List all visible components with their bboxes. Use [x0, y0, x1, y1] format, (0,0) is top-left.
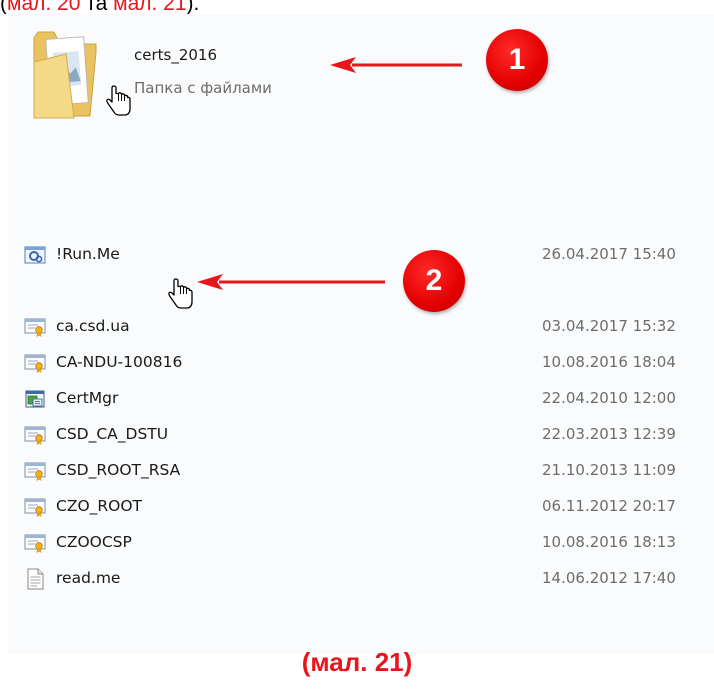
text-file-icon — [27, 568, 44, 590]
file-date: 03.04.2017 15:32 — [542, 317, 676, 335]
file-date: 22.04.2010 12:00 — [542, 389, 676, 407]
file-name: CSD_ROOT_RSA — [56, 461, 181, 479]
intro-conjunction: та — [80, 0, 114, 14]
file-name: CSD_CA_DSTU — [56, 425, 169, 443]
folder-type: Папка с файлами — [134, 79, 272, 97]
file-row-read-me[interactable]: read.me 14.06.2012 17:40 — [24, 565, 714, 593]
arrow-left-icon — [330, 57, 462, 73]
run-script-icon — [24, 246, 46, 264]
file-name: read.me — [56, 569, 121, 587]
hand-cursor-icon — [168, 277, 194, 311]
file-name: ca.csd.ua — [56, 317, 130, 335]
figure-caption: (мал. 21) — [301, 647, 413, 677]
file-row-run-me[interactable]: !Run.Me 26.04.2017 15:40 — [24, 241, 714, 269]
file-name: CertMgr — [56, 389, 119, 407]
arrow-left-icon — [197, 274, 385, 290]
intro-paren: ( — [0, 0, 7, 14]
certificate-icon — [24, 460, 46, 482]
file-row-csd-root-rsa[interactable]: CSD_ROOT_RSA 21.10.2013 11:09 — [24, 457, 714, 485]
folder-icon[interactable] — [30, 22, 100, 122]
file-row-ca-csd-ua[interactable]: ca.csd.ua 03.04.2017 15:32 — [24, 313, 714, 341]
file-name: CZOOCSP — [56, 533, 132, 551]
intro-end: ). — [186, 0, 200, 14]
certificate-icon — [24, 352, 46, 374]
file-date: 26.04.2017 15:40 — [542, 245, 676, 263]
step-badge-1: 1 — [486, 29, 548, 91]
file-row-ca-ndu[interactable]: CA-NDU-100816 10.08.2016 18:04 — [24, 349, 714, 377]
file-date: 14.06.2012 17:40 — [542, 569, 676, 587]
file-date: 10.08.2016 18:04 — [542, 353, 676, 371]
hand-cursor-icon — [106, 84, 132, 118]
figure-link-21[interactable]: мал. 21 — [113, 0, 186, 14]
file-row-czoocsp[interactable]: CZOOCSP 10.08.2016 18:13 — [24, 529, 714, 557]
file-row-csd-ca-dstu[interactable]: CSD_CA_DSTU 22.03.2013 12:39 — [24, 421, 714, 449]
intro-text: (мал. 20 та мал. 21). — [0, 0, 300, 14]
file-date: 21.10.2013 11:09 — [542, 461, 676, 479]
step-badge-2: 2 — [403, 250, 465, 312]
file-name: !Run.Me — [56, 245, 120, 263]
certificate-icon — [24, 424, 46, 446]
file-name: CA-NDU-100816 — [56, 353, 183, 371]
file-date: 22.03.2013 12:39 — [542, 425, 676, 443]
application-icon — [25, 390, 45, 408]
file-row-czo-root[interactable]: CZO_ROOT 06.11.2012 20:17 — [24, 493, 714, 521]
file-date: 10.08.2016 18:13 — [542, 533, 676, 551]
file-row-certmgr[interactable]: CertMgr 22.04.2010 12:00 — [24, 385, 714, 413]
certificate-icon — [24, 496, 46, 518]
figure-link-20[interactable]: мал. 20 — [7, 0, 80, 14]
certificate-icon — [24, 532, 46, 554]
certificate-icon — [24, 316, 46, 338]
folder-name[interactable]: certs_2016 — [134, 46, 217, 64]
file-date: 06.11.2012 20:17 — [542, 497, 676, 515]
file-name: CZO_ROOT — [56, 497, 143, 515]
